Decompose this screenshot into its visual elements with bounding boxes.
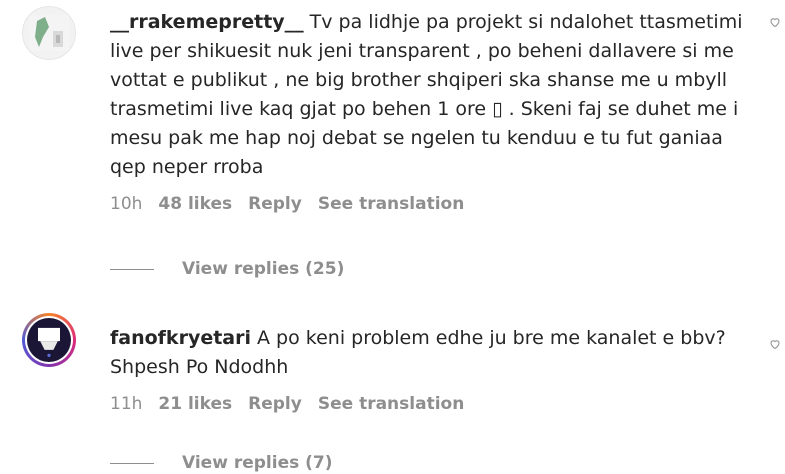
view-replies-row[interactable]: View replies (25) bbox=[110, 259, 344, 279]
comment-body: Tv pa lidhje pa projekt si ndalohet ttas… bbox=[110, 11, 743, 178]
view-replies-button[interactable]: View replies (7) bbox=[182, 453, 333, 473]
replies-divider bbox=[110, 268, 154, 270]
avatar-image bbox=[29, 15, 69, 51]
replies-divider bbox=[110, 462, 154, 464]
heart-outline-icon[interactable] bbox=[769, 338, 781, 350]
likes-count[interactable]: 48 likes bbox=[158, 194, 232, 214]
comment-text: __rrakemepretty__ Tv pa lidhje pa projekt… bbox=[110, 8, 750, 182]
reply-button[interactable]: Reply bbox=[248, 194, 302, 214]
username-link[interactable]: __rrakemepretty__ bbox=[110, 11, 304, 33]
likes-count[interactable]: 21 likes bbox=[158, 394, 232, 414]
view-replies-row[interactable]: View replies (7) bbox=[110, 453, 333, 473]
avatar-image bbox=[27, 318, 71, 362]
avatar-ring bbox=[25, 316, 73, 364]
avatar[interactable] bbox=[22, 313, 76, 367]
timestamp[interactable]: 11h bbox=[110, 394, 142, 414]
comment-meta: 11h 21 likes Reply See translation bbox=[110, 394, 750, 414]
timestamp[interactable]: 10h bbox=[110, 194, 142, 214]
username-link[interactable]: fanofkryetari bbox=[110, 327, 251, 349]
comment-text: fanofkryetari A po keni problem edhe ju b… bbox=[110, 324, 750, 382]
avatar[interactable] bbox=[22, 6, 76, 60]
see-translation-button[interactable]: See translation bbox=[318, 194, 464, 214]
reply-button[interactable]: Reply bbox=[248, 394, 302, 414]
comment-meta: 10h 48 likes Reply See translation bbox=[110, 194, 750, 214]
heart-outline-icon[interactable] bbox=[769, 16, 781, 28]
see-translation-button[interactable]: See translation bbox=[318, 394, 464, 414]
view-replies-button[interactable]: View replies (25) bbox=[182, 259, 344, 279]
